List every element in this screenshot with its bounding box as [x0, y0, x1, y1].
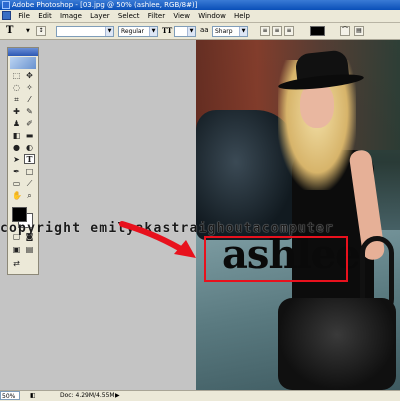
text-color-swatch[interactable] — [310, 26, 325, 36]
text-orientation-icon[interactable]: ↕ — [36, 26, 46, 36]
warp-text-icon[interactable]: ⌒ — [340, 26, 350, 36]
menu-file[interactable]: File — [15, 10, 33, 22]
screen-mode-full-icon[interactable]: ▤ — [24, 244, 35, 254]
shape-tool-icon[interactable]: □ — [24, 166, 35, 176]
font-style-value: Regular — [121, 28, 145, 35]
options-bar: T ▼ ↕ ▼ Regular ▼ TT ▼ aa Sharp ▼ ≡ ≡ ≡ … — [0, 23, 400, 40]
zoom-tool-icon[interactable]: ⌕ — [24, 190, 35, 200]
tool-preset-caret-icon[interactable]: ▼ — [26, 28, 30, 34]
status-menu-arrow-icon[interactable]: ▶ — [115, 391, 120, 400]
pen-tool-icon[interactable]: ✒ — [11, 166, 22, 176]
text-tool-preset-icon[interactable]: T — [6, 24, 24, 37]
menu-select[interactable]: Select — [115, 10, 143, 22]
photoshop-logo-icon — [2, 1, 10, 9]
window-title: Adobe Photoshop - [03.jpg @ 50% (ashlee,… — [12, 1, 198, 9]
document-size-info: Doc: 4.29M/4.55M — [60, 392, 115, 399]
align-left-icon[interactable]: ≡ — [260, 26, 270, 36]
clone-stamp-tool-icon[interactable]: ♟ — [11, 118, 22, 128]
screen-mode-standard-icon[interactable]: ▣ — [11, 244, 22, 254]
title-bar: Adobe Photoshop - [03.jpg @ 50% (ashlee,… — [0, 0, 400, 10]
font-style-select[interactable]: Regular ▼ — [118, 26, 158, 37]
palettes-icon[interactable]: ▤ — [354, 26, 364, 36]
magic-wand-tool-icon[interactable]: ✧ — [24, 82, 35, 92]
annotation-arrow-icon — [119, 221, 196, 258]
chevron-down-icon: ▼ — [239, 27, 247, 36]
chevron-down-icon: ▼ — [105, 27, 113, 36]
toolbox-header[interactable] — [8, 48, 38, 56]
menu-layer[interactable]: Layer — [87, 10, 113, 22]
menu-filter[interactable]: Filter — [145, 10, 168, 22]
font-family-select[interactable]: ▼ — [56, 26, 114, 37]
antialias-value: Sharp — [215, 28, 233, 35]
hand-tool-icon[interactable]: ✋ — [11, 190, 22, 200]
healing-brush-tool-icon[interactable]: ✚ — [11, 106, 22, 116]
move-tool-icon[interactable]: ✥ — [24, 70, 35, 80]
antialias-icon: aa — [200, 26, 209, 34]
history-brush-tool-icon[interactable]: ✐ — [24, 118, 35, 128]
status-bar: 50% ◧ Doc: 4.29M/4.55M ▶ — [0, 390, 400, 401]
chevron-down-icon: ▼ — [149, 27, 157, 36]
type-tool-icon[interactable]: T — [24, 154, 35, 164]
feather-logo-icon[interactable] — [10, 57, 36, 69]
align-center-icon[interactable]: ≡ — [272, 26, 282, 36]
font-size-icon: TT — [162, 26, 173, 35]
app-menu-icon[interactable] — [2, 11, 11, 20]
chevron-down-icon: ▼ — [187, 27, 195, 36]
photo-handbag — [278, 298, 396, 390]
crop-tool-icon[interactable]: ⌗ — [11, 94, 22, 104]
menu-image[interactable]: Image — [57, 10, 85, 22]
zoom-level-field[interactable]: 50% — [0, 391, 20, 400]
dodge-tool-icon[interactable]: ◐ — [24, 142, 35, 152]
menu-window[interactable]: Window — [195, 10, 229, 22]
status-nav-icon[interactable]: ◧ — [30, 391, 36, 400]
toolbox: ⬚ ✥ ◌ ✧ ⌗ ⁄ ✚ ✎ ♟ ✐ ◧ ▬ ● ◐ ➤ T ✒ □ ▭ ⟋ … — [7, 47, 39, 275]
eraser-tool-icon[interactable]: ◧ — [11, 130, 22, 140]
font-size-select[interactable]: ▼ — [174, 26, 196, 37]
jump-to-imageready-icon[interactable]: ⇄ — [11, 258, 22, 268]
document-canvas[interactable] — [196, 40, 400, 390]
blur-tool-icon[interactable]: ● — [11, 142, 22, 152]
menu-edit[interactable]: Edit — [35, 10, 55, 22]
lasso-tool-icon[interactable]: ◌ — [11, 82, 22, 92]
annotation-highlight-box — [204, 236, 348, 282]
gradient-tool-icon[interactable]: ▬ — [24, 130, 35, 140]
menu-help[interactable]: Help — [231, 10, 253, 22]
path-selection-tool-icon[interactable]: ➤ — [11, 154, 22, 164]
menu-bar: File Edit Image Layer Select Filter View… — [0, 10, 400, 23]
menu-view[interactable]: View — [170, 10, 193, 22]
slice-tool-icon[interactable]: ⁄ — [24, 94, 35, 104]
eyedropper-tool-icon[interactable]: ⟋ — [24, 178, 35, 188]
brush-tool-icon[interactable]: ✎ — [24, 106, 35, 116]
marquee-tool-icon[interactable]: ⬚ — [11, 70, 22, 80]
foreground-color-swatch[interactable] — [12, 207, 27, 222]
notes-tool-icon[interactable]: ▭ — [11, 178, 22, 188]
antialias-select[interactable]: Sharp ▼ — [212, 26, 248, 37]
align-right-icon[interactable]: ≡ — [284, 26, 294, 36]
